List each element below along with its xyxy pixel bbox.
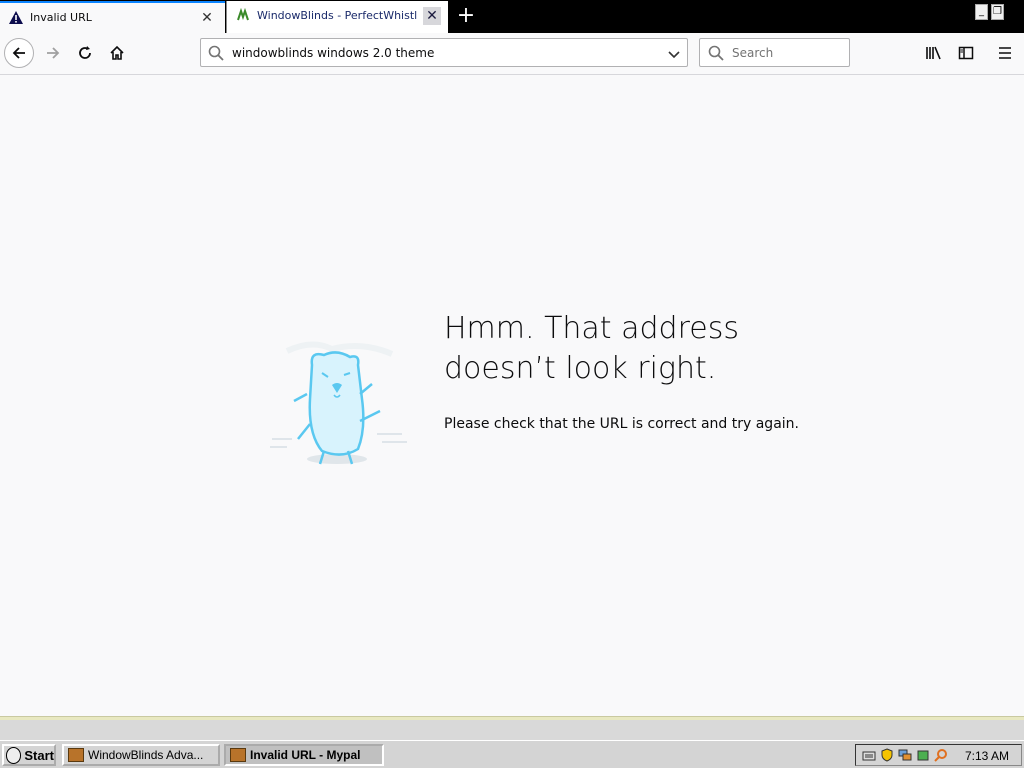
tab-windowblinds[interactable]: WindowBlinds - PerfectWhistler 2. ✕ (226, 1, 448, 33)
url-bar[interactable]: windowblinds windows 2.0 theme (200, 38, 688, 67)
menu-button[interactable] (990, 38, 1020, 68)
chevron-down-icon[interactable] (667, 46, 681, 65)
windows-logo-icon (6, 746, 22, 764)
confused-hamster-illustration (262, 339, 412, 479)
browser-icon (230, 748, 246, 762)
keyboard-icon[interactable] (862, 748, 876, 762)
tray-app-icon[interactable] (916, 748, 930, 762)
taskbar-item-label: WindowBlinds Adva... (88, 748, 204, 762)
warning-icon (8, 10, 24, 26)
home-icon (110, 45, 124, 60)
error-page: Hmm. That address doesn’t look right. Pl… (0, 75, 1024, 716)
app-icon (68, 748, 84, 762)
restore-icon[interactable]: ❐ (991, 4, 1004, 20)
start-button[interactable]: Start (2, 744, 56, 766)
tab-invalid-url[interactable]: Invalid URL ✕ (0, 1, 225, 33)
navigation-toolbar: windowblinds windows 2.0 theme Search (0, 33, 1024, 75)
close-tab-icon[interactable]: ✕ (423, 7, 441, 25)
forward-button[interactable] (38, 38, 68, 68)
tab-title: Invalid URL (30, 11, 92, 24)
home-button[interactable] (102, 38, 132, 68)
reload-icon (79, 46, 91, 59)
forward-arrow-icon (47, 47, 60, 59)
tab-title: WindowBlinds - PerfectWhistler 2. (257, 9, 417, 22)
close-tab-icon[interactable]: ✕ (198, 9, 216, 27)
hamburger-menu-icon (999, 47, 1011, 59)
start-label: Start (24, 747, 54, 763)
new-tab-icon[interactable]: + (454, 5, 478, 29)
back-arrow-icon (12, 47, 25, 59)
minimize-icon[interactable]: _ (975, 4, 988, 20)
url-text[interactable]: windowblinds windows 2.0 theme (232, 46, 434, 60)
library-button[interactable] (919, 38, 949, 68)
error-description: Please check that the URL is correct and… (444, 416, 799, 432)
search-bar[interactable]: Search (699, 38, 850, 67)
search-icon (708, 45, 724, 65)
clock: 7:13 AM (964, 749, 1009, 763)
taskbar-item-label: Invalid URL - Mypal (250, 748, 361, 762)
sidebar-icon (958, 46, 974, 60)
system-tray: 7:13 AM (855, 744, 1022, 766)
back-button[interactable] (4, 38, 34, 68)
search-icon (208, 45, 224, 65)
reload-button[interactable] (70, 38, 100, 68)
shield-icon[interactable] (880, 748, 894, 762)
library-icon (926, 46, 941, 60)
network-icon[interactable] (898, 748, 912, 762)
taskbar-item-mypal[interactable]: Invalid URL - Mypal (224, 744, 384, 766)
sidebar-button[interactable] (951, 38, 981, 68)
taskbar: Start WindowBlinds Adva... Invalid URL -… (0, 740, 1024, 768)
taskbar-strip (0, 720, 1024, 740)
search-placeholder: Search (732, 46, 774, 60)
taskbar-item-windowblinds[interactable]: WindowBlinds Adva... (62, 744, 220, 766)
error-title: Hmm. That address doesn’t look right. (444, 311, 739, 386)
magnifier-icon[interactable] (934, 748, 948, 762)
site-favicon (235, 7, 251, 24)
tab-strip: Invalid URL ✕ WindowBlinds - PerfectWhis… (0, 0, 1024, 33)
